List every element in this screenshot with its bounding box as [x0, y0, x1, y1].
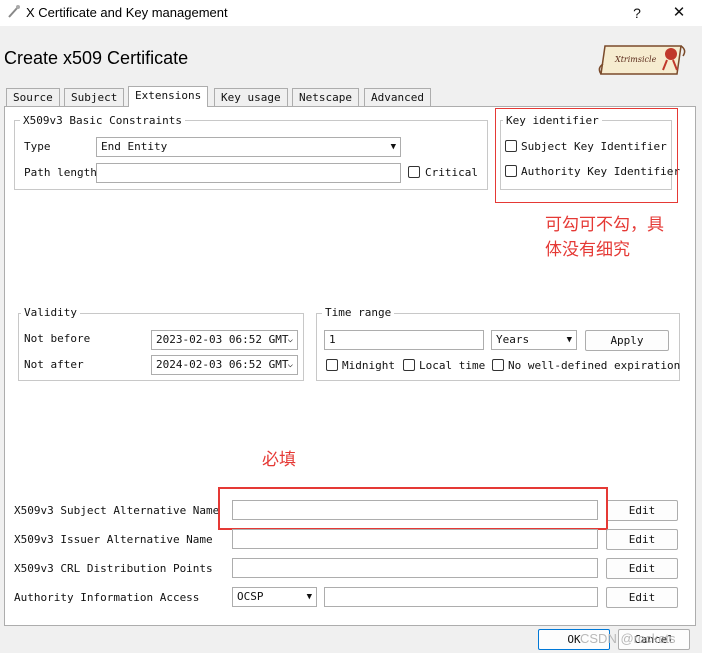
type-label: Type: [24, 140, 51, 153]
chevron-down-icon: ⌵: [287, 335, 293, 345]
authority-info-access-edit-button[interactable]: Edit: [606, 587, 678, 608]
no-expiration-checkbox[interactable]: [492, 359, 504, 371]
logo-text: Xtrimsicle: [614, 55, 657, 64]
no-expiration-label: No well-defined expiration: [508, 359, 681, 372]
annotation-note-optional-line2: 体没有细究: [545, 240, 630, 260]
critical-label: Critical: [425, 166, 478, 179]
time-range-unit-select[interactable]: Years ▼: [491, 330, 577, 350]
close-window-button[interactable]: ✕: [664, 2, 694, 24]
not-after-label: Not after: [24, 358, 84, 371]
certificate-app-icon: [8, 5, 20, 18]
subject-alt-name-edit-button[interactable]: Edit: [606, 500, 678, 521]
authority-info-access-method-value: OCSP: [237, 590, 264, 603]
crl-distribution-points-label: X509v3 CRL Distribution Points: [14, 562, 213, 575]
window-title: X Certificate and Key management: [26, 5, 228, 20]
authority-info-access-input[interactable]: [324, 587, 598, 607]
chevron-down-icon: ▼: [566, 335, 572, 345]
not-before-datetime[interactable]: 2023-02-03 06:52 GMT ⌵: [151, 330, 298, 350]
tab-source[interactable]: Source: [6, 88, 60, 106]
issuer-alt-name-edit-button[interactable]: Edit: [606, 529, 678, 550]
issuer-alt-name-input[interactable]: [232, 529, 598, 549]
tab-subject[interactable]: Subject: [64, 88, 125, 106]
chevron-down-icon: ⌵: [287, 360, 293, 370]
not-after-value: 2024-02-03 06:52 GMT: [156, 358, 289, 371]
page-title: Create x509 Certificate: [4, 48, 189, 68]
annotation-highlight-key-identifier: [495, 108, 678, 203]
annotation-note-required: 必填: [262, 450, 296, 470]
midnight-checkbox[interactable]: [326, 359, 338, 371]
subject-alt-name-label: X509v3 Subject Alternative Name: [14, 504, 220, 517]
critical-checkbox[interactable]: [408, 166, 420, 178]
not-before-value: 2023-02-03 06:52 GMT: [156, 333, 289, 346]
annotation-highlight-subject-alt-name: [218, 487, 608, 530]
local-time-label: Local time: [419, 359, 486, 372]
time-range-amount-input[interactable]: 1: [324, 330, 484, 350]
type-select-value: End Entity: [101, 140, 168, 153]
chevron-down-icon: ▼: [306, 592, 312, 602]
xca-logo: Xtrimsicle: [598, 45, 686, 75]
not-before-label: Not before: [24, 332, 91, 345]
tab-advanced[interactable]: Advanced: [364, 88, 431, 106]
tab-netscape[interactable]: Netscape: [292, 88, 359, 106]
path-length-input[interactable]: [96, 163, 401, 183]
apply-button[interactable]: Apply: [585, 330, 669, 351]
help-button[interactable]: ?: [622, 2, 652, 24]
validity-legend: Validity: [21, 306, 80, 319]
midnight-label: Midnight: [342, 359, 395, 372]
crl-distribution-points-input[interactable]: [232, 558, 598, 578]
chevron-down-icon: ▼: [390, 142, 396, 152]
local-time-checkbox[interactable]: [403, 359, 415, 371]
authority-info-access-method-select[interactable]: OCSP ▼: [232, 587, 317, 607]
type-select[interactable]: End Entity ▼: [96, 137, 401, 157]
time-range-legend: Time range: [322, 306, 395, 319]
time-range-unit-value: Years: [496, 333, 530, 346]
tab-extensions[interactable]: Extensions: [128, 86, 209, 107]
authority-info-access-label: Authority Information Access: [14, 591, 200, 604]
not-after-datetime[interactable]: 2024-02-03 06:52 GMT ⌵: [151, 355, 298, 375]
tab-key-usage[interactable]: Key usage: [214, 88, 288, 106]
path-length-label: Path length: [24, 166, 97, 179]
issuer-alt-name-label: X509v3 Issuer Alternative Name: [14, 533, 213, 546]
annotation-note-optional-line1: 可勾可不勾，具: [545, 215, 664, 235]
basic-constraints-legend: X509v3 Basic Constraints: [20, 114, 185, 127]
watermark: CSDN @rockets: [580, 631, 676, 646]
crl-distribution-points-edit-button[interactable]: Edit: [606, 558, 678, 579]
